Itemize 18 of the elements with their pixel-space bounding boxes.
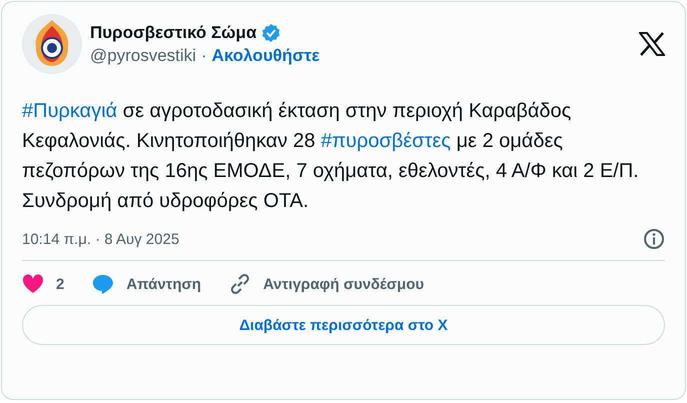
author-name[interactable]: Πυροσβεστικό Σώμα <box>90 22 257 42</box>
read-more-button[interactable]: Διαβάστε περισσότερα στο X <box>22 305 665 345</box>
hashtag-link[interactable]: #πυροσβέστες <box>320 130 451 152</box>
heart-icon <box>22 274 44 294</box>
hashtag-link[interactable]: #Πυρκαγιά <box>22 100 118 122</box>
author-handle[interactable]: @pyrosvestiki <box>90 46 196 66</box>
timestamp[interactable]: 10:14 π.μ. · 8 Αυγ 2025 <box>22 230 180 248</box>
reply-action[interactable]: Απάντηση <box>92 274 202 294</box>
follow-link[interactable]: Ακολουθήστε <box>212 46 320 66</box>
fire-emblem-icon <box>22 14 82 74</box>
like-action[interactable]: 2 <box>22 274 64 294</box>
link-icon <box>229 273 252 295</box>
tweet-text: #Πυρκαγιά σε αγροτοδασική έκταση στην περιοχή Καραβάδος Κεφαλονιάς. Κινητοποιήθηκαν 28 #πυροσβέστες με 2 ομάδες πεζοπόρων της 16ης ΕΜΟΔΕ, 7 οχήματα, εθελοντές, 4 Α/Φ και 2 Ε/Π. Συνδρομή από υδροφόρες ΟΤΑ. <box>22 99 640 214</box>
x-logo-icon[interactable] <box>639 32 665 56</box>
copy-action[interactable]: Αντιγραφή συνδέσμου <box>229 273 424 295</box>
speech-bubble-icon <box>92 274 114 294</box>
separator: · <box>201 46 207 66</box>
info-icon[interactable] <box>643 228 665 250</box>
